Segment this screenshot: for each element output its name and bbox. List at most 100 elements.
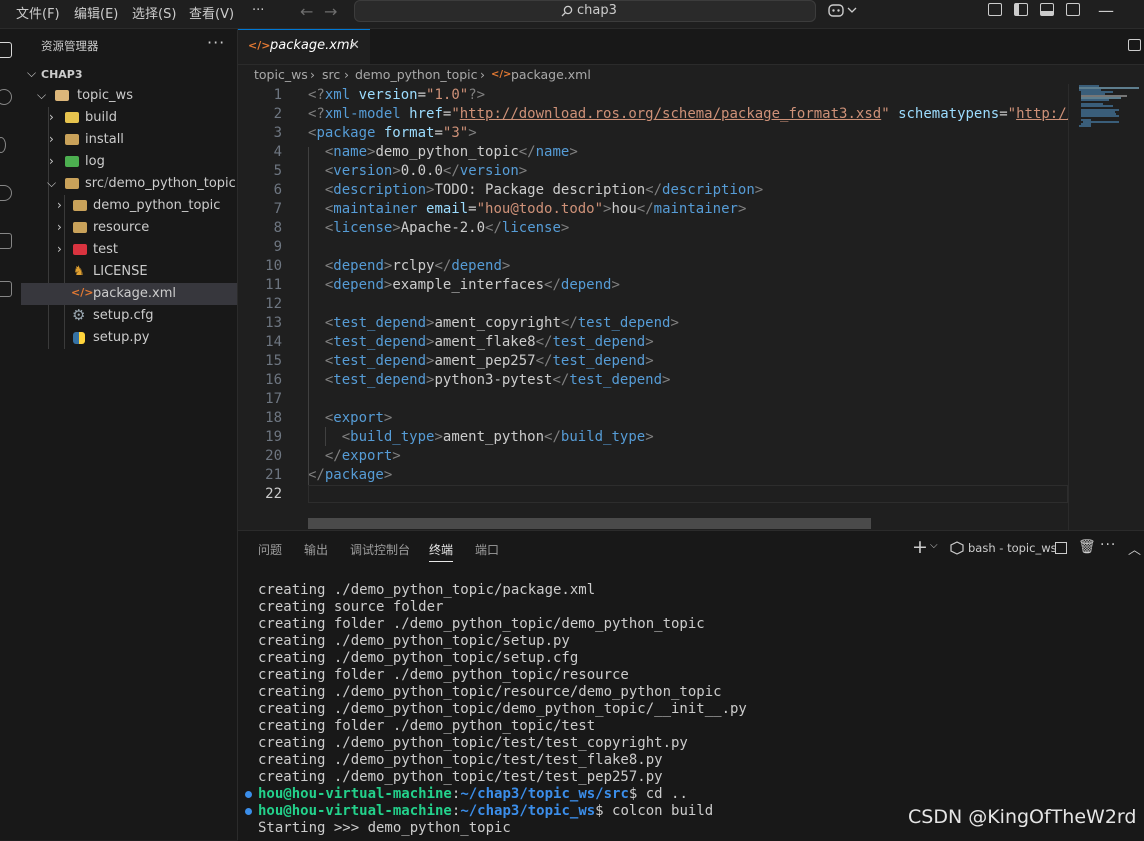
horizontal-scrollbar[interactable] [308, 518, 871, 529]
code-token: test_depend [552, 353, 646, 369]
tree-item-label: package.xml [93, 286, 176, 301]
code-token: maintainer [333, 201, 427, 217]
minimap[interactable] [1068, 84, 1144, 530]
trash-icon[interactable]: 🗑 [1078, 539, 1096, 555]
explorer-icon[interactable] [0, 42, 12, 58]
tree-item-test[interactable]: › test [21, 239, 237, 261]
breadcrumb-src[interactable]: src [322, 67, 340, 82]
terminal-line: creating ./demo_python_topic/test/test_c… [258, 735, 688, 751]
code-editor[interactable]: 1 2 3 4 5 6 7 8 9 10 11 12 13 14 15 16 17 18 19 20 21 22 <?xm… [238, 84, 1075, 530]
tree-item-setup-cfg[interactable]: ⚙ setup.cfg [21, 305, 237, 327]
toggle-sidebar-icon[interactable] [1014, 3, 1028, 16]
tree-item-license[interactable]: ♞ LICENSE [21, 261, 237, 283]
split-editor-icon[interactable] [1128, 39, 1141, 51]
close-icon[interactable]: ✕ [349, 38, 360, 53]
code-token: <? [308, 106, 325, 122]
code-token: test_depend [552, 334, 646, 350]
prompt-command: $ cd .. [628, 786, 688, 802]
tab-package-xml[interactable]: </> package.xml ✕ [238, 29, 370, 64]
terminal-name[interactable]: bash - topic_ws [968, 541, 1057, 555]
line-number: 20 [265, 448, 282, 464]
code-token: > [468, 125, 477, 141]
menu-view[interactable]: 查看(V) [189, 3, 234, 22]
tree-item-label: src [85, 176, 104, 191]
code-token: > [645, 334, 654, 350]
tree-item-install[interactable]: › install [21, 129, 237, 151]
new-terminal-plus-icon[interactable]: + [912, 536, 928, 558]
copilot-icon[interactable] [828, 2, 860, 18]
minimize-icon[interactable]: — [1098, 1, 1114, 20]
back-arrow-icon[interactable]: ← [300, 2, 313, 21]
prompt-path: ~/chap3/topic_ws/src [460, 786, 629, 802]
tab-terminal[interactable]: 终端 [429, 541, 454, 562]
code-token: </ [535, 353, 553, 369]
terminal-line: creating folder ./demo_python_topic/test [258, 718, 596, 734]
tab-debug-console[interactable]: 调试控制台 [350, 541, 410, 558]
line-number: 17 [265, 391, 282, 407]
breadcrumb-demo-python-topic[interactable]: demo_python_topic [355, 67, 478, 82]
code-token: > [392, 448, 401, 464]
search-view-icon[interactable] [0, 89, 12, 105]
more-actions-icon[interactable]: ··· [1100, 537, 1116, 553]
code-token: "hou@todo.todo" [476, 201, 604, 217]
breadcrumb-package-xml[interactable]: package.xml [511, 67, 591, 82]
tree-item-build[interactable]: › build [21, 107, 237, 129]
toggle-secondary-sidebar-icon[interactable] [1066, 3, 1080, 16]
terminal-prompt-line: hou@hou-virtual-machine:~/chap3/topic_ws… [258, 803, 713, 819]
tree-item-package-xml[interactable]: </> package.xml [21, 283, 237, 305]
code-line: <test_depend>ament_copyright</test_depen… [308, 315, 679, 331]
watermark: CSDN @KingOfTheW2rd [908, 806, 1137, 828]
toggle-panel-icon[interactable] [1040, 3, 1054, 16]
code-token: TODO: Package description [434, 182, 646, 198]
run-debug-icon[interactable] [0, 185, 12, 201]
extensions-icon[interactable] [0, 233, 12, 249]
maximize-panel-icon[interactable]: ︿ [1128, 539, 1141, 558]
menu-file[interactable]: 文件(F) [16, 3, 60, 22]
code-token: > [662, 372, 671, 388]
tree-root-chap3[interactable]: ⌵ CHAP3 [21, 63, 237, 85]
menu-more[interactable]: ··· [252, 3, 264, 18]
tree-item-label: setup.py [93, 330, 150, 345]
line-number: 6 [273, 182, 282, 198]
customize-layout-icon[interactable] [988, 3, 1002, 16]
menu-edit[interactable]: 编辑(E) [74, 3, 118, 22]
breadcrumb-topic-ws[interactable]: topic_ws [254, 67, 308, 82]
code-line: <test_depend>ament_pep257</test_depend> [308, 353, 654, 369]
command-decoration-icon[interactable] [245, 791, 252, 798]
terminal-line: creating source folder [258, 599, 444, 615]
tree-item-setup-py[interactable]: setup.py [21, 327, 237, 349]
tree-item-resource[interactable]: › resource [21, 217, 237, 239]
tab-output[interactable]: 输出 [304, 541, 328, 558]
code-token[interactable]: http:// [1016, 106, 1075, 122]
split-terminal-icon[interactable] [1055, 542, 1067, 554]
tab-problems[interactable]: 问题 [258, 541, 282, 558]
tree-item-topic-ws[interactable]: ⌵ topic_ws [21, 85, 237, 107]
forward-arrow-icon[interactable]: → [324, 2, 337, 21]
code-line: <?xml version="1.0"?> [308, 87, 485, 103]
explorer-more-button[interactable]: ··· [207, 33, 225, 52]
menu-selection[interactable]: 选择(S) [132, 3, 176, 22]
code-token: name [535, 144, 570, 160]
source-control-icon[interactable] [0, 137, 6, 153]
remote-explorer-icon[interactable] [0, 281, 12, 297]
command-center[interactable]: chap3 [354, 0, 816, 22]
code-token: test_depend [333, 353, 427, 369]
folder-icon [65, 112, 79, 123]
tab-ports[interactable]: 端口 [475, 541, 499, 558]
title-bar: 文件(F) 编辑(E) 选择(S) 查看(V) ··· ← → chap3 — [0, 0, 1144, 29]
code-token: > [645, 429, 654, 445]
code-token: </ [518, 144, 536, 160]
tree-item-src-demo-python-topic[interactable]: ⌵ src/demo_python_topic [21, 173, 237, 195]
code-token[interactable]: http://download.ros.org/schema/package_f… [460, 106, 881, 122]
line-number: 19 [265, 429, 282, 445]
line-number: 18 [265, 410, 282, 426]
code-token: package [324, 467, 384, 483]
tree-item-log[interactable]: › log [21, 151, 237, 173]
code-token: > [392, 220, 401, 236]
command-decoration-icon[interactable] [245, 808, 252, 815]
chevron-down-icon[interactable]: ⌵ [930, 540, 938, 551]
tree-item-demo-python-topic[interactable]: › demo_python_topic [21, 195, 237, 217]
code-token: maintainer [653, 201, 738, 217]
